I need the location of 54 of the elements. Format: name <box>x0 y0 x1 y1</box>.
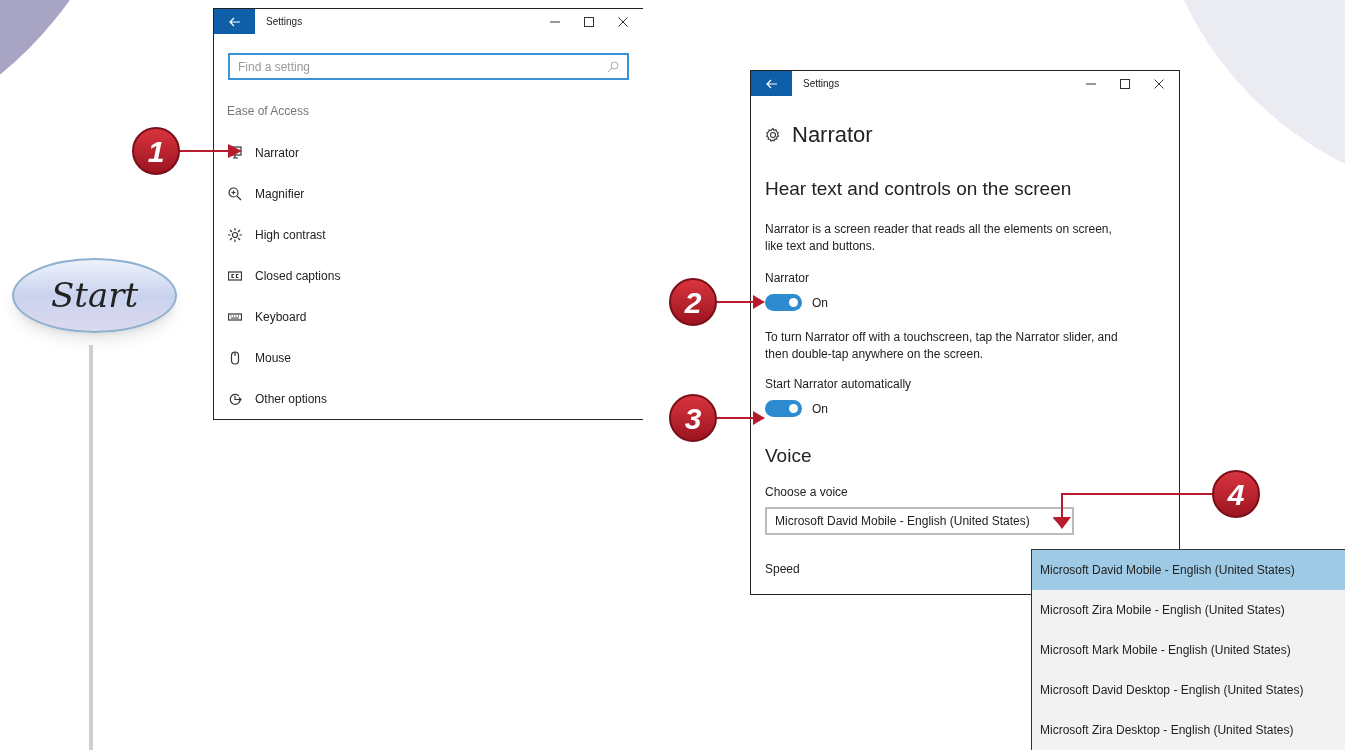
voice-option[interactable]: Microsoft David Desktop - English (United States) <box>1032 670 1345 710</box>
back-arrow-icon <box>228 15 241 28</box>
voice-dropdown[interactable]: Microsoft David Mobile - English (United States) <box>765 507 1074 535</box>
close-icon[interactable] <box>1153 77 1165 90</box>
maximize-icon[interactable] <box>1119 77 1131 90</box>
field-label: Choose a voice <box>765 484 849 501</box>
back-arrow-icon <box>765 77 778 90</box>
settings-item[interactable]: High contrast <box>214 214 643 255</box>
step-number-badge: 4 <box>1212 470 1260 518</box>
close-icon[interactable] <box>617 15 629 28</box>
maximize-icon[interactable] <box>583 15 595 28</box>
voice-option[interactable]: Microsoft David Mobile - English (United States) <box>1032 550 1345 590</box>
window-title: Settings <box>266 15 303 29</box>
leader-arrow <box>180 144 242 158</box>
toggle-switch[interactable] <box>765 294 802 311</box>
toggle-label: Start Narrator automatically <box>765 375 913 392</box>
sun-icon <box>228 227 242 242</box>
start-badge: Start <box>12 258 177 333</box>
description-text: Narrator is a screen reader that reads all the elements on screen, like text and buttons. <box>765 220 1113 255</box>
window-title: Settings <box>803 77 840 91</box>
search-icon <box>607 60 619 73</box>
toggle-state: On <box>812 400 828 418</box>
step-number-badge: 2 <box>669 278 717 326</box>
section-title: Ease of Access <box>227 103 311 120</box>
settings-item[interactable]: Magnifier <box>214 173 643 214</box>
back-button[interactable] <box>214 9 255 34</box>
toggle-switch[interactable] <box>765 400 802 417</box>
search-input[interactable]: Find a setting <box>238 57 607 76</box>
mouse-icon <box>228 350 242 365</box>
leader-arrow <box>717 411 765 425</box>
magnifier-icon <box>228 186 242 201</box>
leader-arrow <box>717 295 765 309</box>
step-number-badge: 1 <box>132 127 180 175</box>
voice-option[interactable]: Microsoft Zira Desktop - English (United States) <box>1032 710 1345 750</box>
clock-arrow-icon <box>228 391 242 406</box>
settings-item[interactable]: Keyboard <box>214 296 643 337</box>
section-heading: Hear text and controls on the screen <box>765 177 1073 201</box>
settings-item[interactable]: Closed captions <box>214 255 643 296</box>
field-label: Speed <box>765 561 800 578</box>
gear-icon <box>765 126 781 143</box>
search-field[interactable]: Find a setting <box>228 53 629 80</box>
toggle-state: On <box>812 294 828 312</box>
note-text: To turn Narrator off with a touchscreen, tap the Narrator slider, and then double-tap anywhere on the screen. <box>765 328 1119 363</box>
step-number-badge: 3 <box>669 394 717 442</box>
captions-icon <box>228 268 242 283</box>
settings-item[interactable]: Other options <box>214 378 643 419</box>
back-button[interactable] <box>751 71 792 96</box>
page-heading: Narrator <box>792 121 873 149</box>
voice-option[interactable]: Microsoft Zira Mobile - English (United States) <box>1032 590 1345 630</box>
toggle-label: Narrator <box>765 269 810 286</box>
settings-item[interactable]: Mouse <box>214 337 643 378</box>
settings-item[interactable]: Narrator <box>214 132 643 173</box>
section-heading: Voice <box>765 443 813 468</box>
voice-option[interactable]: Microsoft Mark Mobile - English (United States) <box>1032 630 1345 670</box>
